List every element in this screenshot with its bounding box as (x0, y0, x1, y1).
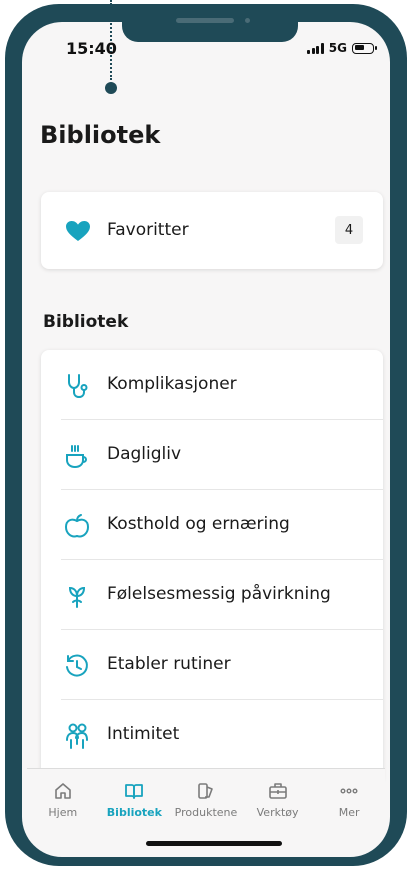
signal-icon (307, 42, 324, 54)
tab-label: Mer (338, 806, 360, 819)
people-icon (63, 722, 91, 750)
tab-label: Produktene (174, 806, 238, 819)
tab-hjem[interactable]: Hjem (27, 769, 99, 829)
page-title: Bibliotek (40, 121, 161, 149)
home-icon (54, 783, 71, 799)
library-item-intimitet[interactable]: Intimitet (41, 700, 383, 770)
library-item-label: Følelsesmessig påvirkning (107, 584, 331, 604)
pointer-dot (105, 82, 117, 94)
notch (122, 4, 298, 42)
network-label: 5G (328, 41, 347, 55)
tab-label: Bibliotek (106, 806, 162, 819)
book-icon (125, 784, 144, 799)
library-item-folelsesmessig[interactable]: Følelsesmessig påvirkning (41, 560, 383, 630)
favorites-card[interactable]: Favoritter 4 (41, 192, 383, 269)
stethoscope-icon (63, 372, 91, 400)
library-item-label: Komplikasjoner (107, 374, 237, 394)
library-item-label: Etabler rutiner (107, 654, 231, 674)
favorites-label: Favoritter (107, 220, 189, 240)
toolbox-icon (268, 783, 287, 799)
coffee-cup-icon (63, 442, 91, 470)
products-icon (198, 783, 213, 799)
status-icons: 5G (307, 41, 377, 55)
library-item-etabler-rutiner[interactable]: Etabler rutiner (41, 630, 383, 700)
sprout-icon (63, 582, 91, 610)
camera (245, 18, 250, 23)
library-item-label: Dagligliv (107, 444, 182, 464)
clock-refresh-icon (63, 652, 91, 680)
library-item-komplikasjoner[interactable]: Komplikasjoner (41, 350, 383, 420)
heart-icon (65, 220, 91, 246)
apple-icon (63, 512, 91, 540)
library-item-label: Kosthold og ernæring (107, 514, 290, 534)
tab-produktene[interactable]: Produktene (170, 769, 242, 829)
speaker (176, 18, 234, 23)
library-section-title: Bibliotek (43, 312, 129, 332)
battery-icon (352, 42, 377, 54)
library-list: Komplikasjoner Dagligliv Kosthold og ern… (41, 350, 383, 780)
tab-mer[interactable]: Mer (313, 769, 385, 829)
favorites-count-badge: 4 (335, 216, 363, 244)
status-time: 15:40 (66, 39, 117, 58)
tab-label: Hjem (48, 806, 78, 819)
library-item-label: Intimitet (107, 724, 180, 744)
home-indicator[interactable] (146, 841, 282, 846)
tab-bibliotek[interactable]: Bibliotek (99, 769, 171, 829)
tab-label: Verktøy (256, 806, 299, 819)
more-icon (340, 788, 358, 794)
library-item-kosthold[interactable]: Kosthold og ernæring (41, 490, 383, 560)
library-item-dagligliv[interactable]: Dagligliv (41, 420, 383, 490)
tab-verktoy[interactable]: Verktøy (242, 769, 314, 829)
tab-bar: Hjem Bibliotek Produktene Verktøy Mer (27, 768, 385, 829)
